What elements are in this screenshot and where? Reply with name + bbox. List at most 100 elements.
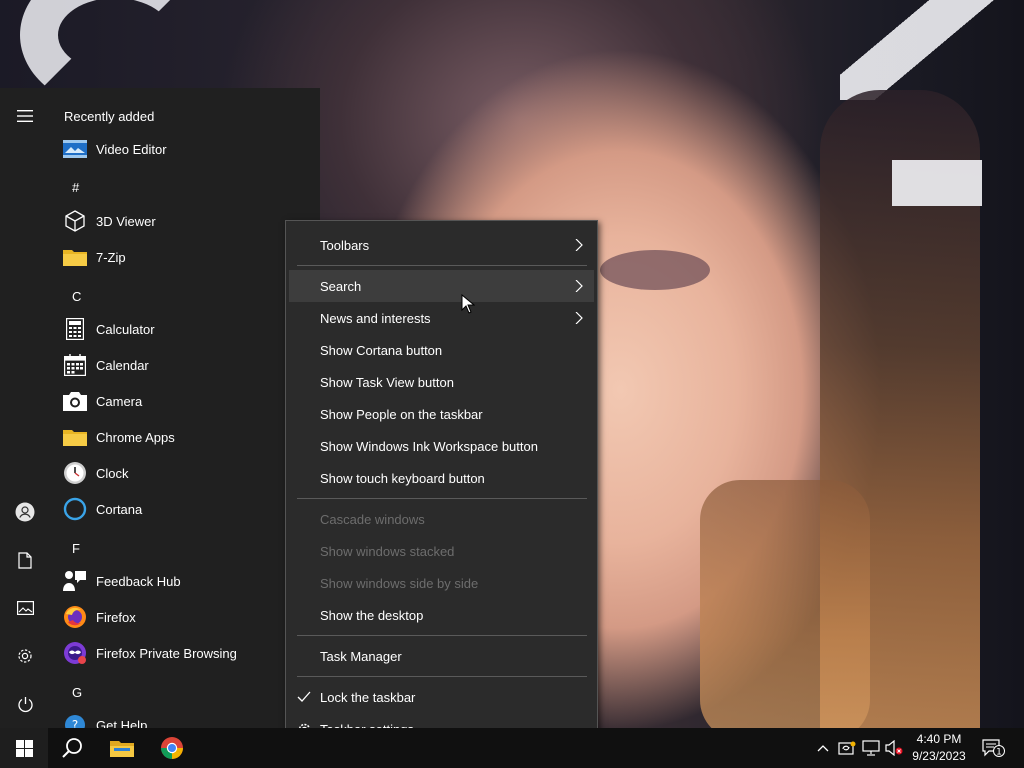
section-letter-hash[interactable]: # (72, 180, 79, 195)
wallpaper-shape (840, 0, 1020, 100)
calculator-icon (63, 317, 87, 341)
menu-item-show-the-desktop[interactable]: Show the desktop (289, 599, 594, 631)
app-label: Cortana (96, 502, 143, 517)
tray-volume-button[interactable] (885, 740, 903, 756)
menu-item-show-task-view-button[interactable]: Show Task View button (289, 366, 594, 398)
tray-sync-button[interactable] (838, 740, 856, 756)
section-letter-g[interactable]: G (72, 685, 82, 700)
menu-separator (297, 635, 587, 636)
app-label: Calculator (96, 322, 155, 337)
app-label: Video Editor (96, 142, 167, 157)
pictures-button[interactable] (0, 588, 50, 628)
app-item-3d-viewer[interactable]: 3D Viewer (50, 203, 320, 239)
menu-item-news-and-interests[interactable]: News and interests (289, 302, 594, 334)
search-button[interactable] (48, 728, 96, 768)
section-letter-f[interactable]: F (72, 541, 80, 556)
menu-item-label: Task Manager (320, 649, 402, 664)
app-item-chrome-apps[interactable]: Chrome Apps (50, 419, 320, 455)
menu-item-label: Show Cortana button (320, 343, 443, 358)
app-label: 3D Viewer (96, 214, 156, 229)
menu-item-show-cortana-button[interactable]: Show Cortana button (289, 334, 594, 366)
chevron-up-icon (817, 745, 829, 752)
app-item-7zip[interactable]: 7-Zip (50, 239, 320, 275)
taskbar-file-explorer[interactable] (98, 728, 146, 768)
firefox-icon (63, 605, 87, 629)
folder-icon (63, 425, 87, 449)
get-help-icon: ? (63, 713, 87, 728)
app-label: Calendar (96, 358, 149, 373)
feedback-hub-icon (63, 569, 87, 593)
taskbar-context-menu: Toolbars Search News and interests Show … (285, 220, 598, 754)
chevron-right-icon (575, 239, 583, 251)
chrome-icon (161, 737, 183, 759)
menu-item-label: Show windows stacked (320, 544, 455, 559)
start-rail (0, 88, 50, 728)
camera-icon (63, 389, 87, 413)
hamburger-icon (17, 110, 33, 122)
app-item-camera[interactable]: Camera (50, 383, 320, 419)
show-hidden-icons-button[interactable] (814, 740, 832, 756)
documents-button[interactable] (0, 540, 50, 580)
video-editor-icon (63, 137, 87, 161)
menu-item-show-touch-keyboard[interactable]: Show touch keyboard button (289, 462, 594, 494)
file-explorer-icon (110, 741, 134, 757)
mouse-cursor-icon (461, 294, 475, 314)
menu-item-label: Show Windows Ink Workspace button (320, 439, 538, 454)
power-icon (17, 696, 33, 712)
sync-icon (838, 741, 856, 755)
menu-item-show-windows-ink[interactable]: Show Windows Ink Workspace button (289, 430, 594, 462)
menu-item-cascade-windows: Cascade windows (289, 503, 594, 535)
hamburger-button[interactable] (0, 96, 50, 136)
menu-item-show-windows-side-by-side: Show windows side by side (289, 567, 594, 599)
action-center-button[interactable]: 1 (982, 739, 1006, 758)
user-account-button[interactable] (0, 492, 50, 532)
app-item-cortana[interactable]: Cortana (50, 491, 320, 527)
gear-icon (18, 649, 32, 663)
app-list: Recently added Video Editor # 3D Viewer … (50, 88, 320, 728)
taskbar-chrome[interactable] (148, 728, 196, 768)
app-item-calendar[interactable]: Calendar (50, 347, 320, 383)
app-item-get-help[interactable]: ? Get Help (50, 707, 320, 728)
picture-icon (16, 601, 34, 615)
start-button[interactable] (0, 728, 48, 768)
menu-item-show-people[interactable]: Show People on the taskbar (289, 398, 594, 430)
svg-text:?: ? (72, 718, 78, 728)
wallpaper-shape (892, 160, 982, 206)
recently-added-header: Recently added (64, 109, 155, 124)
menu-separator (297, 498, 587, 499)
app-label: 7-Zip (96, 250, 126, 265)
settings-button[interactable] (0, 636, 50, 676)
app-label: Firefox Private Browsing (96, 646, 237, 661)
menu-item-label: Lock the taskbar (320, 690, 416, 705)
clock-icon (63, 461, 87, 485)
menu-item-task-manager[interactable]: Task Manager (289, 640, 594, 672)
section-letter-c[interactable]: C (72, 289, 81, 304)
app-item-calculator[interactable]: Calculator (50, 311, 320, 347)
menu-item-toolbars[interactable]: Toolbars (289, 229, 594, 261)
tray-network-button[interactable] (862, 740, 880, 756)
clock-date: 9/23/2023 (912, 749, 966, 763)
menu-item-label: Show Task View button (320, 375, 454, 390)
app-item-firefox[interactable]: Firefox (50, 599, 320, 635)
menu-item-lock-the-taskbar[interactable]: Lock the taskbar (289, 681, 594, 713)
firefox-private-icon (63, 641, 87, 665)
menu-item-search[interactable]: Search (289, 270, 594, 302)
calendar-icon (63, 353, 87, 377)
cortana-icon (63, 497, 87, 521)
app-item-video-editor[interactable]: Video Editor (50, 131, 320, 167)
notifications-icon: 1 (982, 739, 1005, 758)
app-item-firefox-private-browsing[interactable]: Firefox Private Browsing (50, 635, 320, 671)
taskbar-clock[interactable]: 4:40 PM 9/23/2023 (905, 731, 973, 765)
clock-time: 4:40 PM (916, 732, 962, 746)
app-item-clock[interactable]: Clock (50, 455, 320, 491)
app-item-feedback-hub[interactable]: Feedback Hub (50, 563, 320, 599)
app-label: Get Help (96, 718, 148, 728)
menu-item-label: Show windows side by side (320, 576, 479, 591)
start-menu: Recently added Video Editor # 3D Viewer … (0, 88, 320, 728)
app-label: Firefox (96, 610, 136, 625)
menu-item-label: Cascade windows (320, 512, 425, 527)
notification-count: 1 (996, 748, 1002, 758)
network-icon (862, 740, 880, 756)
power-button[interactable] (0, 684, 50, 724)
wallpaper-shape (700, 480, 870, 728)
